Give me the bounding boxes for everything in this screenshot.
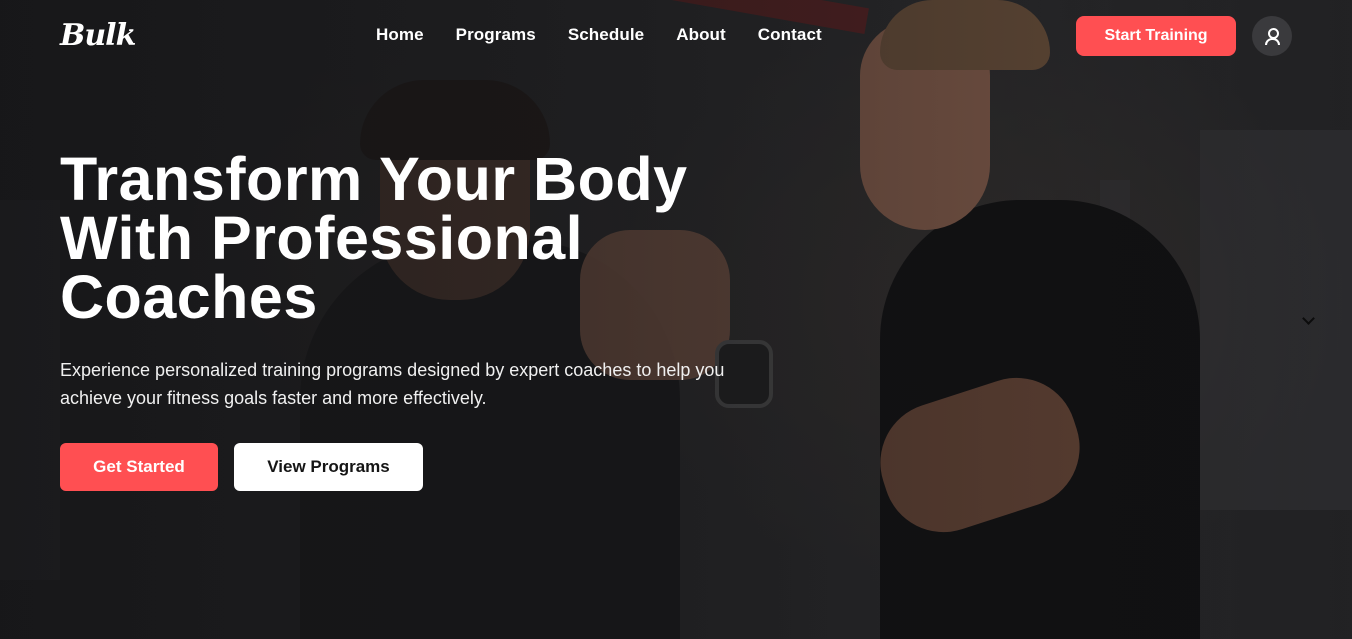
user-account-button[interactable] bbox=[1252, 16, 1292, 56]
nav-contact[interactable]: Contact bbox=[758, 25, 822, 45]
hero-title: Transform Your Body With Professional Co… bbox=[60, 145, 688, 331]
nav-schedule[interactable]: Schedule bbox=[568, 25, 644, 45]
nav-home[interactable]: Home bbox=[376, 25, 424, 45]
start-training-button[interactable]: Start Training bbox=[1076, 16, 1236, 56]
nav-programs[interactable]: Programs bbox=[456, 25, 536, 45]
site-header: Bulk Home Programs Schedule About Contac… bbox=[0, 0, 1352, 72]
main-nav: Home Programs Schedule About Contact bbox=[376, 25, 822, 45]
get-started-button[interactable]: Get Started bbox=[60, 443, 218, 491]
nav-about[interactable]: About bbox=[676, 25, 726, 45]
hero-description: Experience personalized training program… bbox=[60, 360, 725, 408]
user-icon bbox=[1265, 28, 1280, 45]
view-programs-button[interactable]: View Programs bbox=[234, 443, 423, 491]
logo[interactable]: Bulk bbox=[60, 18, 136, 53]
